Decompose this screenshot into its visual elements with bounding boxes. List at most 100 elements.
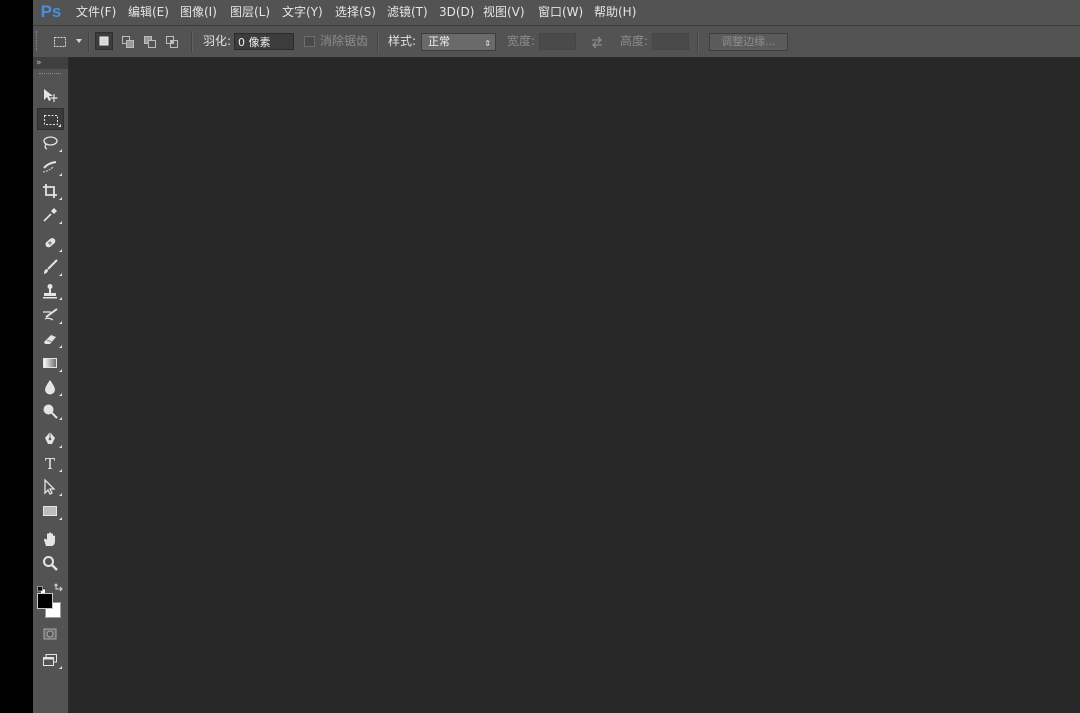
tool-crop[interactable] — [37, 180, 64, 202]
options-bar-grip[interactable] — [36, 31, 41, 51]
intersect-selection-button[interactable] — [165, 34, 179, 48]
menu-type[interactable]: 文字(Y) — [282, 0, 323, 25]
menu-view[interactable]: 视图(V) — [483, 0, 525, 25]
menu-help[interactable]: 帮助(H) — [594, 0, 636, 25]
subtract-from-selection-button[interactable] — [143, 34, 157, 48]
collapse-panel-button[interactable]: » — [33, 57, 68, 69]
tools-panel-grip[interactable] — [39, 73, 61, 75]
add-to-selection-button[interactable] — [121, 34, 135, 48]
swap-arrows-icon — [592, 36, 602, 49]
quick-mask-icon — [43, 628, 57, 640]
chevron-down-icon[interactable] — [76, 39, 82, 43]
quick-select-icon — [42, 161, 57, 173]
intersect-selection-icon — [166, 36, 178, 48]
add-selection-icon — [122, 36, 134, 48]
antialias-checkbox[interactable] — [304, 36, 315, 47]
hand-icon — [44, 532, 55, 546]
feather-input[interactable]: 0 像素 — [234, 33, 294, 50]
tool-preset-picker[interactable] — [53, 34, 67, 48]
swap-width-height-button[interactable] — [590, 34, 604, 49]
width-input[interactable] — [539, 33, 576, 50]
width-label: 宽度: — [507, 34, 536, 48]
eyedropper-icon — [43, 208, 57, 222]
tool-path-selection[interactable] — [37, 476, 64, 498]
blur-icon — [45, 380, 55, 395]
submenu-indicator — [59, 393, 62, 396]
submenu-indicator — [59, 445, 62, 448]
submenu-indicator — [59, 493, 62, 496]
tool-brush[interactable] — [37, 256, 64, 278]
type-glyph: T — [45, 455, 55, 471]
tool-pen[interactable] — [37, 428, 64, 450]
tool-eyedropper[interactable] — [37, 204, 64, 226]
antialias-label: 消除锯齿 — [320, 34, 369, 48]
rect-marquee-icon — [44, 115, 58, 125]
subtract-selection-icon — [144, 36, 156, 48]
tool-dodge[interactable] — [37, 400, 64, 422]
history-brush-icon — [43, 308, 58, 321]
submenu-indicator — [59, 197, 62, 200]
menu-layer[interactable]: 图层(L) — [230, 0, 270, 25]
divider — [697, 31, 699, 52]
submenu-indicator — [59, 321, 62, 324]
menu-filter[interactable]: 滤镜(T) — [387, 0, 428, 25]
menu-window[interactable]: 窗口(W) — [538, 0, 583, 25]
pen-icon — [45, 432, 55, 444]
menu-select[interactable]: 选择(S) — [335, 0, 376, 25]
tool-type[interactable]: T — [37, 452, 64, 474]
submenu-indicator — [59, 345, 62, 348]
tool-hand[interactable] — [37, 528, 64, 550]
tool-spot-healing[interactable] — [37, 232, 64, 254]
document-workspace[interactable] — [69, 58, 1080, 713]
submenu-indicator — [59, 173, 62, 176]
tool-clone-stamp[interactable] — [37, 280, 64, 302]
move-icon — [44, 89, 58, 102]
height-label: 高度: — [620, 34, 649, 48]
quick-mask-button[interactable] — [37, 623, 64, 645]
tools-panel: » T — [33, 57, 69, 713]
divider — [377, 31, 379, 52]
menu-edit[interactable]: 编辑(E) — [128, 0, 169, 25]
lasso-icon — [43, 136, 58, 150]
menu-image[interactable]: 图像(I) — [180, 0, 217, 25]
rectangle-shape-icon — [43, 506, 57, 516]
swap-colors-icon — [54, 583, 63, 592]
style-select[interactable]: 正常 ⇕ — [421, 33, 496, 51]
tool-lasso[interactable] — [37, 132, 64, 154]
refine-edge-button[interactable]: 调整边缘... — [709, 33, 788, 51]
new-selection-button[interactable] — [95, 32, 113, 50]
submenu-indicator — [59, 249, 62, 252]
submenu-indicator — [58, 124, 61, 127]
swap-colors-button[interactable] — [54, 578, 64, 592]
submenu-indicator — [59, 297, 62, 300]
tool-blur[interactable] — [37, 376, 64, 398]
height-input[interactable] — [652, 33, 689, 50]
default-colors-button[interactable] — [37, 579, 46, 594]
tool-history-brush[interactable] — [37, 304, 64, 326]
tool-zoom[interactable] — [37, 552, 64, 574]
dodge-icon — [43, 404, 58, 419]
tool-gradient[interactable] — [37, 352, 64, 374]
eraser-icon — [44, 335, 56, 344]
submenu-indicator — [59, 273, 62, 276]
divider — [88, 31, 90, 52]
new-selection-icon — [99, 36, 109, 46]
healing-brush-icon — [45, 238, 56, 248]
divider — [191, 31, 193, 52]
photoshop-window: Ps 文件(F) 编辑(E) 图像(I) 图层(L) 文字(Y) 选择(S) 滤… — [33, 0, 1080, 713]
submenu-indicator — [59, 417, 62, 420]
menu-file[interactable]: 文件(F) — [76, 0, 116, 25]
menu-3d[interactable]: 3D(D) — [439, 0, 474, 25]
tool-eraser[interactable] — [37, 328, 64, 350]
foreground-color-swatch[interactable] — [37, 593, 53, 609]
tool-move[interactable] — [37, 84, 64, 106]
submenu-indicator — [59, 149, 62, 152]
screen-mode-button[interactable] — [37, 649, 64, 671]
tool-quick-selection[interactable] — [37, 156, 64, 178]
rect-marquee-preset-icon — [54, 37, 66, 47]
style-label: 样式: — [388, 34, 417, 48]
tool-rectangular-marquee[interactable] — [37, 108, 64, 130]
tool-rectangle-shape[interactable] — [37, 500, 64, 522]
submenu-indicator — [59, 666, 62, 669]
submenu-indicator — [59, 469, 62, 472]
